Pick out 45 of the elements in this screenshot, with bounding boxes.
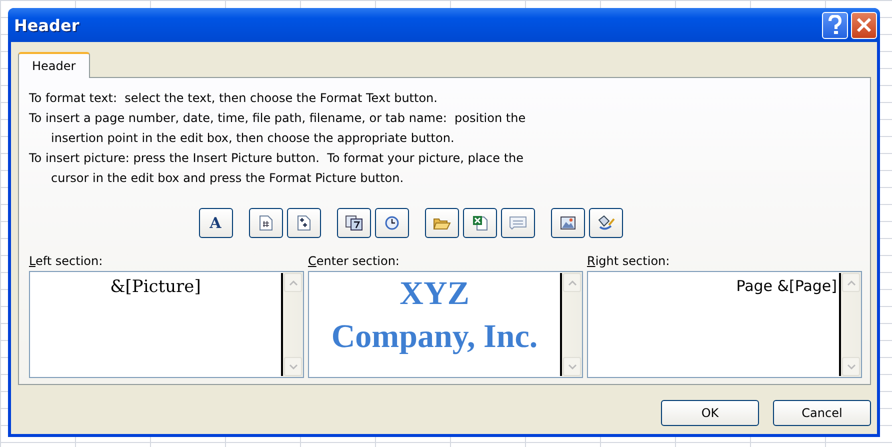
scroll-up-icon <box>568 280 576 286</box>
spreadsheet-file-button[interactable] <box>462 208 496 238</box>
picture-button[interactable] <box>550 208 584 238</box>
ok-button[interactable]: OK <box>661 400 759 426</box>
scroll-down-icon <box>846 364 856 370</box>
paint-bucket-icon <box>596 215 614 231</box>
format-text-button[interactable]: A <box>198 208 232 238</box>
instruction-text: To insert picture: press the Insert Picture button. To format your picture, place the <box>29 150 525 167</box>
instruction-text: To insert a page number, date, time, file path, filename, or tab name: position the <box>29 110 527 127</box>
section-edit-box[interactable]: Page &[Page] <box>587 271 862 378</box>
section-label: Center section: <box>308 254 400 268</box>
clock-button[interactable] <box>374 208 408 238</box>
section-label: Right section: <box>587 254 671 268</box>
page-number-button[interactable] <box>248 208 282 238</box>
section-edit-box[interactable]: &[Picture] <box>29 271 304 378</box>
picture-icon <box>560 216 576 230</box>
help-button[interactable] <box>822 12 848 38</box>
cancel-button[interactable]: Cancel <box>773 400 871 426</box>
scrollbar[interactable] <box>283 272 303 377</box>
instruction-text: insertion point in the edit box, then choose the appropriate button. <box>50 130 456 147</box>
clock-icon <box>384 216 398 230</box>
pages-icon <box>296 215 310 231</box>
pages-button[interactable] <box>286 208 320 238</box>
page-number-icon <box>258 215 272 231</box>
instruction-text: To format text: select the text, then choose the Format Text button. <box>29 90 438 107</box>
folder-icon <box>432 216 450 230</box>
help-icon <box>827 15 843 35</box>
instruction-text: cursor in the edit box and press the Format Picture button. <box>50 170 405 187</box>
folder-button[interactable] <box>424 208 458 238</box>
section-edit-box[interactable]: XYZ Company, Inc. <box>308 271 583 378</box>
spreadsheet-file-icon <box>472 215 488 231</box>
scroll-down-icon <box>568 364 576 370</box>
scrollbar[interactable] <box>562 272 582 377</box>
paint-bucket-button[interactable] <box>588 208 622 238</box>
close-icon <box>856 17 872 33</box>
scroll-down-icon <box>288 364 298 370</box>
scrollbar[interactable] <box>841 272 861 377</box>
calendar-button[interactable] <box>336 208 370 238</box>
section-label: Left section: <box>29 254 104 268</box>
scroll-up-icon <box>846 280 856 286</box>
calendar-icon <box>344 215 362 231</box>
window-title: Header <box>14 16 80 34</box>
scroll-up-icon <box>288 280 298 286</box>
tab[interactable]: Header <box>18 52 90 78</box>
close-button[interactable] <box>851 12 877 38</box>
